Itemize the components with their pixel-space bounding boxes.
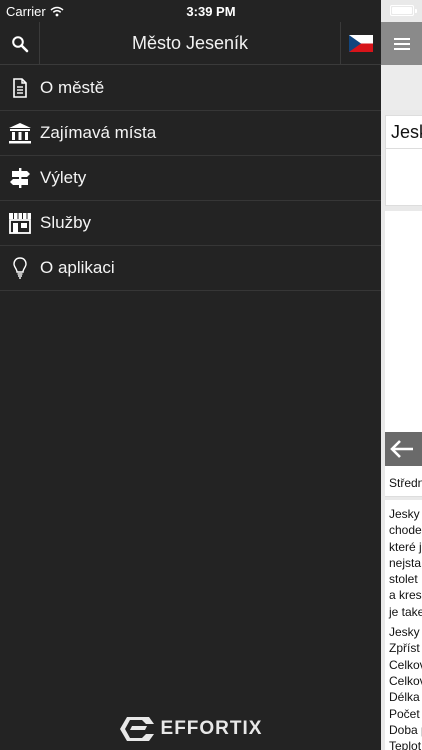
text-line: a kres xyxy=(389,588,422,603)
battery-icon xyxy=(390,5,417,16)
document-icon xyxy=(0,66,40,110)
text-line: Jesky xyxy=(389,625,420,640)
app-title: Město Jeseník xyxy=(131,33,249,53)
lightbulb-icon xyxy=(0,246,40,290)
search-icon xyxy=(11,35,28,52)
language-button[interactable] xyxy=(340,22,381,65)
menu-item-sluzby[interactable]: Služby xyxy=(0,201,381,246)
brand-name: EFFORTIX xyxy=(160,718,263,739)
divider xyxy=(386,148,422,149)
text-line: Doba p xyxy=(389,722,422,737)
menu-item-label: Zajímavá místa xyxy=(40,123,157,142)
image-caption: Středn xyxy=(385,467,422,497)
menu-item-zajimava-mista[interactable]: Zajímavá místa xyxy=(0,111,381,156)
content-title: Jesk xyxy=(391,122,422,142)
effortix-logo-icon xyxy=(119,717,154,741)
menu-item-o-meste[interactable]: O městě xyxy=(0,66,381,111)
text-line: Počet xyxy=(389,706,420,721)
brand-logo: EFFORTIX xyxy=(0,716,381,742)
hamburger-icon xyxy=(393,37,410,50)
menu-item-label: O aplikaci xyxy=(40,258,115,277)
text-line: stolet xyxy=(389,572,418,587)
text-line: je take xyxy=(389,604,422,619)
content-toolbar xyxy=(381,65,422,110)
status-bar: Carrier 3:39 PM xyxy=(0,0,422,22)
text-line: Celkov xyxy=(389,657,422,672)
menu-item-o-aplikaci[interactable]: O aplikaci xyxy=(0,246,381,291)
caption-text: Středn xyxy=(389,476,422,490)
paragraph-1: Jesky chode které j nejsta stolet a kres… xyxy=(389,506,422,620)
content-text: Jesky chode které j nejsta stolet a kres… xyxy=(385,500,422,750)
text-line: Teplot xyxy=(389,739,422,750)
text-line: Jesky xyxy=(389,507,420,521)
main-menu: O městě Zajímavá místa Výlety Služby O a… xyxy=(0,66,381,291)
text-line: chode xyxy=(389,523,422,538)
side-drawer: Město Jeseník O městě Zajímavá místa Výl… xyxy=(0,0,381,750)
menu-item-vylety[interactable]: Výlety xyxy=(0,156,381,201)
drawer-header: Město Jeseník xyxy=(0,22,381,65)
content-panel-peek[interactable]: Jesk Středn Jesky chode které j nejsta s… xyxy=(381,0,422,750)
menu-item-label: Služby xyxy=(40,213,92,232)
czech-flag-icon xyxy=(349,35,373,52)
museum-icon xyxy=(0,111,40,155)
content-title-card: Jesk xyxy=(385,115,422,206)
text-line: které j xyxy=(389,539,422,554)
text-line: Zpříst xyxy=(389,641,420,656)
hamburger-button[interactable] xyxy=(381,22,422,65)
text-line: nejsta xyxy=(389,555,422,570)
signpost-icon xyxy=(0,156,40,200)
menu-item-label: Výlety xyxy=(40,168,87,187)
content-image xyxy=(385,211,422,467)
gallery-back-button[interactable] xyxy=(385,432,422,466)
paragraph-2: Jesky Zpříst Celkov Celkov Délka Počet D… xyxy=(389,624,422,750)
menu-item-label: O městě xyxy=(40,78,105,97)
arrow-left-icon xyxy=(390,440,413,458)
search-button[interactable] xyxy=(0,22,40,65)
text-line: Celkov xyxy=(389,673,422,688)
status-time: 3:39 PM xyxy=(186,4,236,19)
text-line: Délka xyxy=(389,690,420,705)
shop-icon xyxy=(0,201,40,245)
